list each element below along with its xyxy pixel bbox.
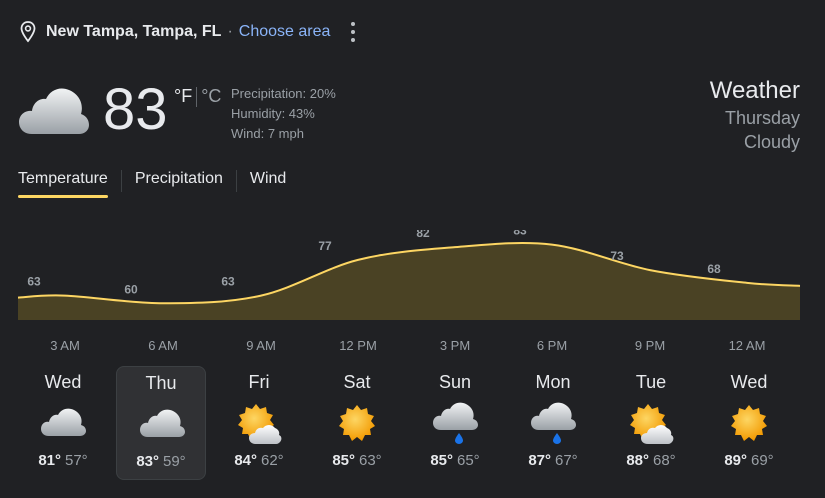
temperature-value-label: 60 xyxy=(124,282,138,296)
weather-summary: Weather Thursday Cloudy xyxy=(710,76,800,154)
day-name: Fri xyxy=(248,372,270,392)
forecast-day-sat[interactable]: Sat 85° 63° xyxy=(312,366,402,480)
high-temp: 85° xyxy=(332,452,355,469)
day-name: Wed xyxy=(730,372,768,392)
location-row: New Tampa, Tampa, FL · Choose area xyxy=(20,18,356,46)
day-name: Sat xyxy=(343,372,371,392)
weather-day: Thursday xyxy=(724,108,800,128)
daily-forecast: Wed 81° 57° Thu 83° 59° Fri 84° 62° Sat 85° 63° Sun 8… xyxy=(18,366,808,480)
cloudy-icon xyxy=(139,403,185,447)
forecast-day-fri[interactable]: Fri 84° 62° xyxy=(214,366,304,480)
sunny-icon xyxy=(726,402,772,446)
low-temp: 65° xyxy=(457,452,480,469)
hour-label: 3 PM xyxy=(439,338,471,353)
current-temperature: 83 xyxy=(103,77,168,142)
high-temp: 84° xyxy=(234,452,257,469)
location-name: New Tampa, Tampa, FL xyxy=(46,23,222,40)
day-temps: 83° 59° xyxy=(117,453,205,470)
day-temps: 85° 65° xyxy=(410,452,500,469)
low-temp: 59° xyxy=(163,453,186,470)
location-pin-icon xyxy=(20,21,36,43)
cloudy-icon xyxy=(40,402,86,446)
day-temps: 87° 67° xyxy=(508,452,598,469)
temperature-value-label: 68 xyxy=(707,262,721,276)
hour-label: 9 PM xyxy=(634,338,666,353)
day-temps: 81° 57° xyxy=(18,452,108,469)
tab-temperature[interactable]: Temperature xyxy=(18,170,108,198)
hour-label: 12 AM xyxy=(728,338,766,353)
low-temp: 67° xyxy=(555,452,578,469)
high-temp: 87° xyxy=(528,452,551,469)
day-temps: 88° 68° xyxy=(606,452,696,469)
high-temp: 85° xyxy=(430,452,453,469)
hour-label: 3 AM xyxy=(50,338,80,353)
fahrenheit-button[interactable]: °F xyxy=(174,86,192,107)
forecast-day-wed[interactable]: Wed 81° 57° xyxy=(18,366,108,480)
location-separator: · xyxy=(227,23,233,40)
day-name: Sun xyxy=(438,372,472,392)
tab-divider xyxy=(235,170,237,192)
forecast-day-thu[interactable]: Thu 83° 59° xyxy=(116,366,206,480)
tab-wind[interactable]: Wind xyxy=(250,170,286,198)
tab-precipitation[interactable]: Precipitation xyxy=(135,170,223,198)
low-temp: 69° xyxy=(751,452,774,469)
showers-icon xyxy=(530,402,576,446)
hour-label: 6 AM xyxy=(148,338,178,353)
temperature-value-label: 63 xyxy=(27,275,41,289)
partly-sunny-icon xyxy=(628,402,674,446)
low-temp: 62° xyxy=(261,452,284,469)
day-name: Mon xyxy=(535,372,571,392)
partly-sunny-icon xyxy=(236,402,282,446)
low-temp: 68° xyxy=(653,452,676,469)
day-temps: 84° 62° xyxy=(214,452,304,469)
temperature-value-label: 82 xyxy=(416,230,430,240)
showers-icon xyxy=(432,402,478,446)
temperature-value-label: 77 xyxy=(318,239,332,253)
forecast-day-wed[interactable]: Wed 89° 69° xyxy=(704,366,794,480)
celsius-button[interactable]: °C xyxy=(201,86,221,107)
day-name: Wed xyxy=(44,372,82,392)
low-temp: 57° xyxy=(65,452,88,469)
wind-text: Wind: 7 mph xyxy=(231,126,304,141)
high-temp: 88° xyxy=(626,452,649,469)
tab-divider xyxy=(120,170,122,192)
day-name: Thu xyxy=(145,373,177,393)
forecast-day-tue[interactable]: Tue 88° 68° xyxy=(606,366,696,480)
forecast-day-sun[interactable]: Sun 85° 65° xyxy=(410,366,500,480)
current-details: Precipitation: 20% Humidity: 43% Wind: 7… xyxy=(231,84,336,144)
hour-label: 12 PM xyxy=(339,338,377,353)
low-temp: 63° xyxy=(359,452,382,469)
cloudy-icon xyxy=(19,88,89,134)
choose-area-link[interactable]: Choose area xyxy=(239,23,331,41)
high-temp: 81° xyxy=(38,452,61,469)
unit-divider xyxy=(196,86,198,107)
weather-title: Weather xyxy=(709,77,800,104)
hour-labels: 3 AM 6 AM 9 AM 12 PM 3 PM 6 PM 9 PM 12 AM xyxy=(0,338,825,356)
high-temp: 83° xyxy=(136,453,159,470)
temperature-value-label: 83 xyxy=(513,230,527,238)
day-temps: 85° 63° xyxy=(312,452,402,469)
day-temps: 89° 69° xyxy=(704,452,794,469)
temperature-value-label: 63 xyxy=(221,275,235,289)
humidity-text: Humidity: 43% xyxy=(231,106,315,121)
temperature-value-label: 73 xyxy=(610,249,624,263)
day-name: Tue xyxy=(635,372,667,392)
hour-label: 6 PM xyxy=(536,338,568,353)
chart-tabs: Temperature Precipitation Wind xyxy=(18,170,286,198)
more-options-icon[interactable] xyxy=(350,22,356,42)
forecast-day-mon[interactable]: Mon 87° 67° xyxy=(508,366,598,480)
precipitation-text: Precipitation: 20% xyxy=(231,86,336,101)
hour-label: 9 AM xyxy=(246,338,276,353)
high-temp: 89° xyxy=(724,452,747,469)
unit-toggle: °F °C xyxy=(174,86,221,107)
temperature-chart: 63 60 63 77 82 83 73 68 xyxy=(17,230,801,320)
weather-condition: Cloudy xyxy=(743,132,800,152)
sunny-icon xyxy=(334,402,380,446)
